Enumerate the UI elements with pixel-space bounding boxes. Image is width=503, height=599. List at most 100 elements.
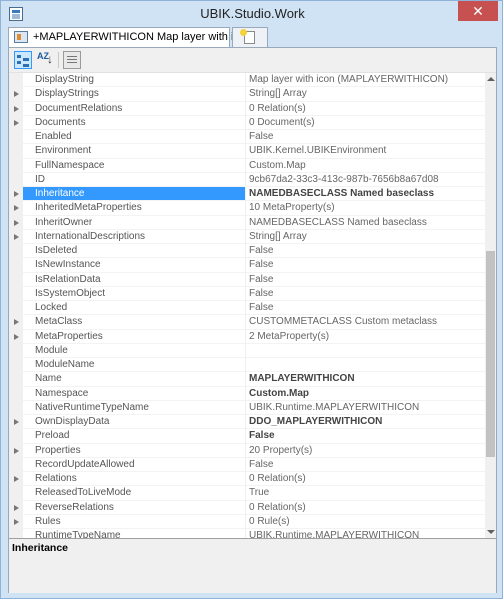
property-value[interactable]: False: [249, 287, 485, 301]
property-name[interactable]: IsSystemObject: [35, 287, 243, 301]
property-name[interactable]: MetaClass: [35, 315, 243, 329]
property-value[interactable]: 20 Property(s): [249, 444, 485, 458]
property-row[interactable]: Documents 0 Document(s): [9, 115, 485, 130]
property-name[interactable]: Documents: [35, 116, 243, 130]
property-value[interactable]: String[] Array: [249, 230, 485, 244]
property-name[interactable]: Module: [35, 344, 243, 358]
property-row[interactable]: Enabled False: [9, 130, 485, 145]
property-name[interactable]: MetaProperties: [35, 330, 243, 344]
property-name[interactable]: ID: [35, 173, 243, 187]
expand-arrow-icon[interactable]: [14, 233, 19, 240]
property-name[interactable]: Rules: [35, 515, 243, 529]
property-name[interactable]: Properties: [35, 444, 243, 458]
property-value[interactable]: 10 MetaProperty(s): [249, 201, 485, 215]
property-name[interactable]: IsDeleted: [35, 244, 243, 258]
property-name[interactable]: InheritedMetaProperties: [35, 201, 243, 215]
property-row[interactable]: RuntimeTypeName UBIK.Runtime.MAPLAYERWITH…: [9, 529, 485, 538]
expand-arrow-icon[interactable]: [14, 91, 19, 98]
property-value[interactable]: MAPLAYERWITHICON: [249, 372, 485, 386]
property-grid[interactable]: DisplayString Map layer with icon (MAPLAY…: [9, 73, 485, 538]
property-row[interactable]: Rules 0 Rule(s): [9, 514, 485, 529]
property-name[interactable]: NativeRuntimeTypeName: [35, 401, 243, 415]
property-row[interactable]: ReverseRelations 0 Relation(s): [9, 500, 485, 515]
title-bar[interactable]: UBIK.Studio.Work ✕: [1, 1, 503, 27]
expand-arrow-icon[interactable]: [14, 119, 19, 126]
property-value[interactable]: NAMEDBASECLASS Named baseclass: [249, 216, 485, 230]
property-value[interactable]: UBIK.Kernel.UBIKEnvironment: [249, 144, 485, 158]
property-row[interactable]: Module: [9, 343, 485, 358]
property-value[interactable]: False: [249, 458, 485, 472]
property-value[interactable]: False: [249, 429, 485, 443]
property-value[interactable]: True: [249, 486, 485, 500]
property-row[interactable]: IsSystemObject False: [9, 286, 485, 301]
expand-arrow-icon[interactable]: [14, 219, 19, 226]
property-value[interactable]: False: [249, 258, 485, 272]
expand-arrow-icon[interactable]: [14, 476, 19, 482]
property-name[interactable]: RuntimeTypeName: [35, 529, 243, 538]
property-row[interactable]: Inheritance NAMEDBASECLASS Named baseclas…: [9, 187, 485, 202]
property-name[interactable]: RecordUpdateAllowed: [35, 458, 243, 472]
property-name[interactable]: Relations: [35, 472, 243, 486]
property-row[interactable]: Environment UBIK.Kernel.UBIKEnvironment: [9, 144, 485, 159]
property-row[interactable]: Name MAPLAYERWITHICON: [9, 372, 485, 387]
property-name[interactable]: Inheritance: [23, 187, 245, 202]
property-value[interactable]: 9cb67da2-33c3-413c-987b-7656b8a67d08: [249, 173, 485, 187]
property-row[interactable]: IsRelationData False: [9, 272, 485, 287]
property-row[interactable]: NativeRuntimeTypeName UBIK.Runtime.MAPLAY…: [9, 400, 485, 415]
property-value[interactable]: UBIK.Runtime.MAPLAYERWITHICON: [249, 529, 485, 538]
property-name[interactable]: Locked: [35, 301, 243, 315]
property-value[interactable]: DDO_MAPLAYERWITHICON: [249, 415, 485, 429]
property-row[interactable]: ReleasedToLiveMode True: [9, 486, 485, 501]
expand-arrow-icon[interactable]: [14, 504, 19, 511]
property-row[interactable]: MetaClass CUSTOMMETACLASS Custom metaclas…: [9, 315, 485, 330]
property-name[interactable]: IsNewInstance: [35, 258, 243, 272]
property-name[interactable]: InternationalDescriptions: [35, 230, 243, 244]
property-name[interactable]: Namespace: [35, 387, 243, 401]
property-value[interactable]: 2 MetaProperty(s): [249, 330, 485, 344]
property-row[interactable]: InheritOwner NAMEDBASECLASS Named basecla…: [9, 215, 485, 230]
property-row[interactable]: OwnDisplayData DDO_MAPLAYERWITHICON: [9, 415, 485, 430]
property-name[interactable]: Environment: [35, 144, 243, 158]
property-value[interactable]: UBIK.Runtime.MAPLAYERWITHICON: [249, 401, 485, 415]
expand-arrow-icon[interactable]: [14, 205, 19, 212]
property-value[interactable]: 0 Document(s): [249, 116, 485, 130]
property-name[interactable]: Enabled: [35, 130, 243, 144]
expand-arrow-icon[interactable]: [14, 518, 19, 525]
expand-arrow-icon[interactable]: [14, 319, 19, 326]
alphabetical-sort-button[interactable]: AZ ↓: [35, 51, 53, 69]
property-value[interactable]: False: [249, 130, 485, 144]
property-name[interactable]: ReverseRelations: [35, 501, 243, 515]
property-row[interactable]: IsDeleted False: [9, 244, 485, 259]
property-value[interactable]: [249, 358, 485, 372]
property-row[interactable]: Properties 20 Property(s): [9, 443, 485, 458]
property-name[interactable]: DisplayStrings: [35, 87, 243, 101]
property-row[interactable]: ModuleName: [9, 358, 485, 373]
property-value[interactable]: False: [249, 273, 485, 287]
property-value[interactable]: String[] Array: [249, 87, 485, 101]
close-button[interactable]: ✕: [458, 1, 498, 21]
expand-arrow-icon[interactable]: [14, 447, 19, 454]
property-row[interactable]: DocumentRelations 0 Relation(s): [9, 101, 485, 116]
property-name[interactable]: Name: [35, 372, 243, 386]
scroll-up-icon[interactable]: [487, 77, 495, 81]
property-row[interactable]: ID 9cb67da2-33c3-413c-987b-7656b8a67d08: [9, 172, 485, 187]
property-value[interactable]: [249, 344, 485, 358]
property-row[interactable]: RecordUpdateAllowed False: [9, 457, 485, 472]
property-name[interactable]: OwnDisplayData: [35, 415, 243, 429]
property-value[interactable]: 0 Relation(s): [249, 102, 485, 116]
property-row[interactable]: Locked False: [9, 301, 485, 316]
property-row[interactable]: DisplayString Map layer with icon (MAPLAY…: [9, 73, 485, 88]
property-value[interactable]: Custom.Map: [249, 159, 485, 173]
property-row[interactable]: Preload False: [9, 429, 485, 444]
property-row[interactable]: MetaProperties 2 MetaProperty(s): [9, 329, 485, 344]
property-name[interactable]: IsRelationData: [35, 273, 243, 287]
property-row[interactable]: InternationalDescriptions String[] Array: [9, 229, 485, 244]
vertical-scrollbar[interactable]: [485, 73, 496, 538]
expand-arrow-icon[interactable]: [14, 191, 19, 197]
tab-maplayerwithicon[interactable]: +MAPLAYERWITHICON Map layer with icon: [8, 27, 251, 47]
property-pages-button[interactable]: [63, 51, 81, 69]
property-name[interactable]: ModuleName: [35, 358, 243, 372]
property-value[interactable]: False: [249, 244, 485, 258]
property-row[interactable]: Relations 0 Relation(s): [9, 472, 485, 487]
property-value[interactable]: 0 Relation(s): [249, 501, 485, 515]
